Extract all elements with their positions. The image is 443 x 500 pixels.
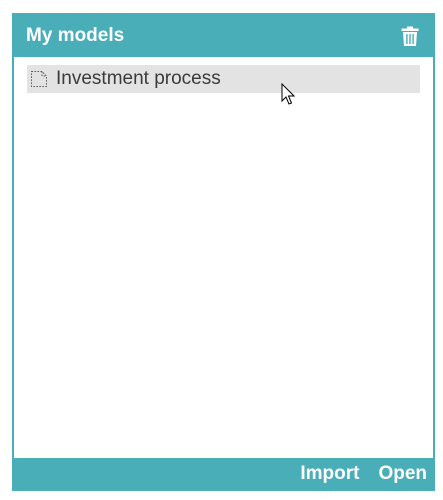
import-button[interactable]: Import	[300, 463, 359, 485]
open-button[interactable]: Open	[378, 463, 427, 485]
models-list: Investment process	[14, 57, 433, 458]
list-item-label: Investment process	[56, 68, 221, 89]
list-item[interactable]: Investment process	[27, 65, 420, 93]
models-panel: My models Investment process Import Open	[12, 13, 435, 491]
document-icon	[30, 70, 48, 88]
panel-footer: Import Open	[14, 458, 433, 489]
panel-title: My models	[26, 25, 125, 46]
trash-icon[interactable]	[401, 26, 419, 46]
panel-header: My models	[14, 15, 433, 57]
